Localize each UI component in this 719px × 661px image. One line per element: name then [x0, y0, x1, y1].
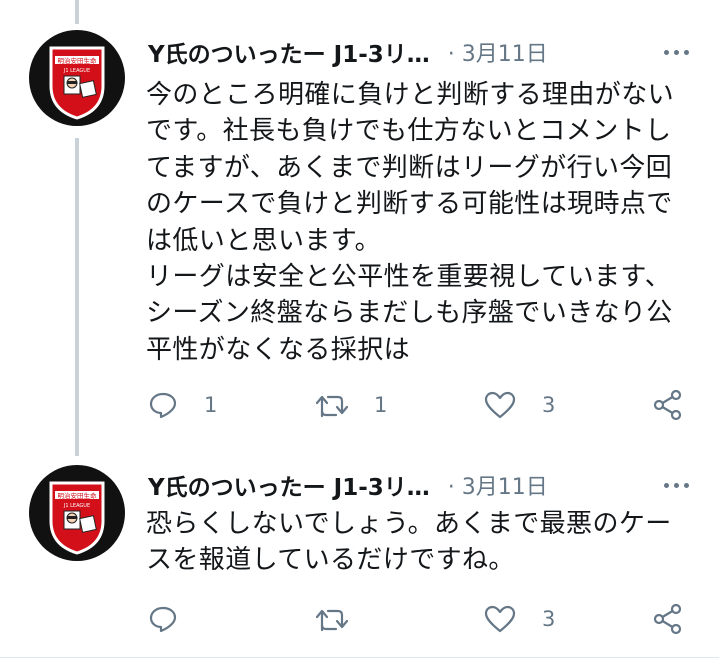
avatar-emblem-icon: 明治安田生命 J1 LEAGUE [49, 46, 105, 120]
tweet-text: 恐らくしないでしょう。あくまで最悪のケースを報道しているだけですね。 [146, 509, 672, 576]
tweet-date[interactable]: · 3月11日 [448, 36, 548, 68]
share-icon [653, 389, 682, 421]
avatar-label-bottom: J1 LEAGUE [63, 503, 90, 509]
reply-icon [149, 606, 177, 633]
tweet-actions: 1 1 3 [146, 389, 694, 421]
avatar-emblem-icon: 明治安田生命 J1 LEAGUE [49, 481, 105, 555]
like-button[interactable]: 3 [484, 389, 555, 421]
share-button[interactable] [652, 389, 684, 421]
like-count: 3 [542, 393, 556, 417]
tweet-text: 今のところ明確に負けと判断する理由がないです。社長も負けでも仕方ないとコメントし… [146, 80, 675, 365]
author-name[interactable]: Y氏のついったー J1-3リ… [148, 468, 430, 502]
avatar[interactable]: 明治安田生命 J1 LEAGUE [29, 30, 125, 126]
share-button[interactable] [652, 603, 684, 635]
tweet-date[interactable]: · 3月11日 [448, 469, 548, 501]
retweet-count: 1 [374, 393, 388, 417]
avatar-label-top: 明治安田生命 [58, 491, 98, 500]
tweet[interactable]: 明治安田生命 J1 LEAGUE Y氏のついったー J1-3リ… · 3月11日… [0, 450, 719, 657]
more-icon[interactable] [664, 482, 697, 488]
bottom-divider [0, 657, 719, 658]
heart-icon [484, 605, 516, 633]
reply-button[interactable] [148, 603, 204, 635]
avatar-label-top: 明治安田生命 [58, 56, 98, 65]
tweet-header: Y氏のついったー J1-3リ… · 3月11日 [148, 468, 697, 502]
reply-icon [149, 392, 177, 419]
tweet-actions: 3 [146, 603, 694, 635]
tweet-header: Y氏のついったー J1-3リ… · 3月11日 [148, 35, 697, 69]
avatar-label-bottom: J1 LEAGUE [63, 68, 90, 74]
heart-icon [484, 391, 516, 419]
more-icon[interactable] [664, 49, 697, 55]
reply-count: 1 [204, 393, 218, 417]
author-name[interactable]: Y氏のついったー J1-3リ… [148, 35, 430, 69]
retweet-icon [315, 609, 349, 632]
share-icon [653, 603, 682, 635]
retweet-icon [315, 395, 349, 418]
like-button[interactable]: 3 [484, 603, 555, 635]
like-count: 3 [542, 607, 556, 631]
retweet-button[interactable]: 1 [314, 389, 387, 421]
retweet-button[interactable] [314, 603, 376, 635]
avatar[interactable]: 明治安田生命 J1 LEAGUE [29, 465, 125, 561]
reply-button[interactable]: 1 [148, 389, 217, 421]
tweet[interactable]: 明治安田生命 J1 LEAGUE Y氏のついったー J1-3リ… · 3月11日… [0, 0, 719, 450]
